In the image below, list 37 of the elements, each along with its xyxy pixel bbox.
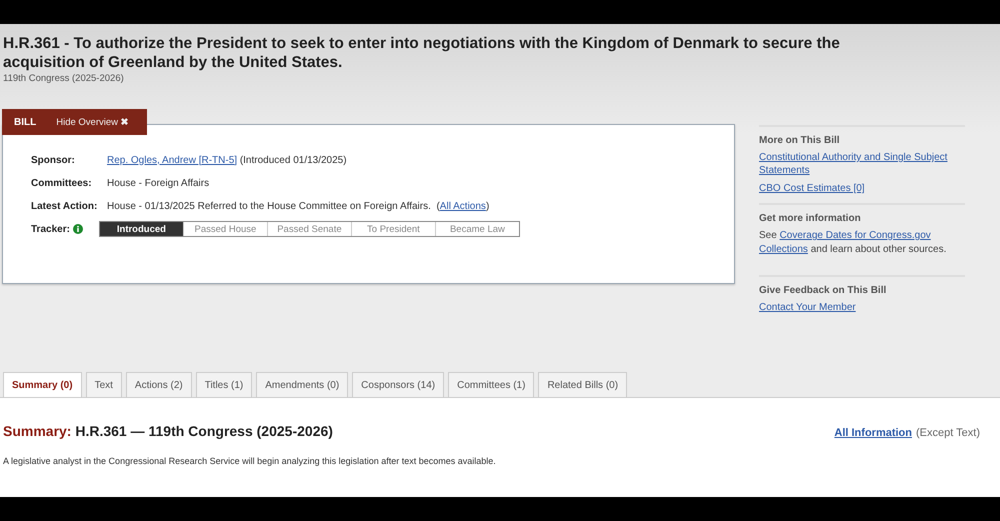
info-icon xyxy=(72,224,83,234)
section-tab[interactable]: Committees (1) xyxy=(448,372,534,397)
sidebar-heading: Get more information xyxy=(759,213,862,224)
field-label: Committees: xyxy=(31,178,93,188)
paren-text: ) xyxy=(486,200,490,212)
coverage-link[interactable]: Collections xyxy=(759,244,808,255)
section-tab[interactable]: Text xyxy=(86,372,122,397)
field-value: House - 01/13/2025 Referred to the House Committee on Foreign Affairs. ( xyxy=(107,200,440,212)
summary-text: A legislative analyst in the Congressional Research Service will begin analyzing this legislation after text becomes available. xyxy=(3,456,497,466)
sidebar-heading: Give Feedback on This Bill xyxy=(759,285,888,296)
section-tab[interactable]: Titles (1) xyxy=(196,372,252,397)
field-value: House - Foreign Affairs xyxy=(107,178,210,188)
hide-overview-link[interactable]: Hide Overview ✖ xyxy=(48,116,137,128)
section-tab[interactable]: Amendments (0) xyxy=(256,372,348,397)
sidebar-text: See Coverage Dates for Congress.gov Collections and learn about other sources. xyxy=(759,229,948,257)
sidebar-link[interactable]: Contact Your Member xyxy=(759,301,965,314)
field-value: (Introduced 01/13/2025) xyxy=(238,154,347,166)
field-label: Sponsor: xyxy=(31,154,76,166)
field-label: Tracker: xyxy=(31,224,70,234)
sponsor-link[interactable]: Rep. Ogles, Andrew [R-TN-5] xyxy=(107,154,238,166)
sidebar-link[interactable]: Constitutional Authority and Single Subject Statements xyxy=(759,151,965,177)
coverage-link[interactable]: Coverage Dates for Congress.gov xyxy=(780,230,931,241)
section-tab[interactable]: Summary (0) xyxy=(3,372,82,397)
section-tab[interactable]: Actions (2) xyxy=(126,372,192,397)
section-tab[interactable]: Related Bills (0) xyxy=(538,372,628,397)
summary-heading: Summary: H.R.361 — 119th Congress (2025-2026) xyxy=(3,423,333,439)
except-text-note: (Except Text) xyxy=(916,427,980,439)
sidebar-heading: More on This Bill xyxy=(759,135,841,146)
bill-label: BILL xyxy=(13,116,38,128)
tracker-step: Introduced xyxy=(100,222,184,236)
all-actions-link[interactable]: All Actions xyxy=(440,200,486,212)
field-label: Latest Action: xyxy=(31,200,98,212)
all-information-link[interactable]: All Information xyxy=(834,427,912,439)
congress-label: 119th Congress (2025-2026) xyxy=(3,73,125,84)
sidebar-link[interactable]: CBO Cost Estimates [0] xyxy=(759,182,965,195)
bill-title: H.R.361 - To authorize the President to seek to enter into negotiations with the Kingdom of Denmark to secure the acquisition of Greenland by the United States. xyxy=(3,34,841,72)
section-tab[interactable]: Cosponsors (14) xyxy=(352,372,444,397)
